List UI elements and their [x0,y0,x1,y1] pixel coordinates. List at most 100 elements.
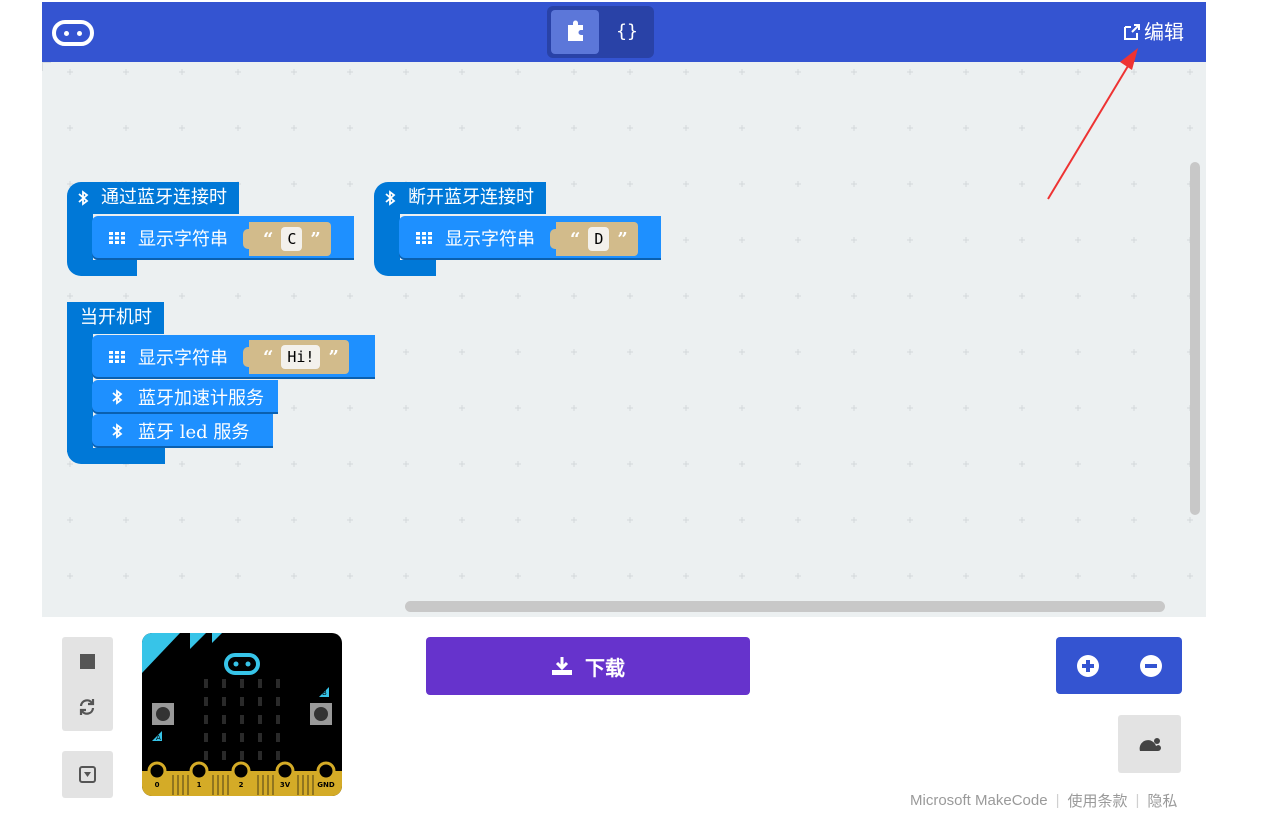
edit-button[interactable]: 编辑 [1122,18,1184,46]
led [276,679,280,688]
led [204,751,208,760]
edge-connector-strip [302,775,304,795]
pin-hole [275,761,295,781]
edge-connector-strip [267,775,269,795]
edge-connector-strip [307,775,309,795]
led [240,697,244,706]
string-notch [243,229,253,249]
zoom-out-icon[interactable] [1140,655,1162,677]
bluetooth-icon [102,423,132,439]
led-grid-icon [102,351,132,363]
makecode-brand-link[interactable]: Microsoft MakeCode [910,792,1048,809]
edge-connector-strip [222,775,224,795]
event-label: 断开蓝牙连接时 [408,187,534,208]
top-header-bar: {} 编辑 [42,2,1206,62]
footer-separator: | [1055,791,1060,809]
string-value-block[interactable]: “ Hi! ” [243,340,349,374]
blocks-mode-button[interactable] [551,10,599,54]
stop-icon[interactable] [80,654,95,669]
slow-motion-button[interactable] [1118,715,1181,773]
string-input[interactable]: C [281,227,303,251]
download-label: 下载 [585,655,625,680]
bluetooth-accelerometer-service-block[interactable]: 蓝牙加速计服务 [92,380,278,414]
string-value-block[interactable]: “ D ” [550,222,638,256]
pin-label: 1 [197,781,202,789]
event-block-connected-header[interactable]: 通过蓝牙连接时 [67,182,239,214]
led-grid-icon [409,232,439,244]
edge-connector-strip [312,775,314,795]
edit-label: 编辑 [1144,20,1184,44]
edge-connector-strip [187,775,189,795]
event-block-disconnected-foot [374,260,436,276]
led [222,715,226,724]
javascript-mode-button[interactable]: {} [603,10,651,54]
led-grid-icon [102,232,132,244]
string-value-block[interactable]: “ C ” [243,222,331,256]
led [276,751,280,760]
quote-open: “ [263,228,274,250]
block-label: 蓝牙 led 服务 [138,422,250,443]
pin-label: 0 [155,781,160,789]
led [258,715,262,724]
microbit-logo-icon[interactable] [52,20,94,46]
vertical-scrollbar[interactable] [1190,162,1200,515]
quote-close: ” [310,228,321,250]
puzzle-icon [568,20,583,41]
button-b-label: B [322,689,327,697]
led [222,751,226,760]
string-input[interactable]: D [588,227,610,251]
pin-hole [231,761,251,781]
on-start-label: 当开机时 [80,307,152,328]
horizontal-scrollbar[interactable] [405,601,1165,612]
edge-connector-strip [257,775,259,795]
download-button[interactable]: 下载 [426,637,750,695]
collapse-simulator-button[interactable] [62,751,113,798]
led [240,751,244,760]
on-start-header[interactable]: 当开机时 [67,302,164,334]
zoom-in-icon[interactable] [1077,655,1099,677]
edge-connector-strip [217,775,219,795]
led [240,733,244,742]
terms-link[interactable]: 使用条款 [1067,790,1127,811]
bluetooth-icon [78,190,89,206]
bluetooth-icon [102,389,132,405]
on-start-body [67,332,93,452]
led [258,679,262,688]
pin-hole [316,761,336,781]
led [240,715,244,724]
microbit-board: A B 0 1 2 3V GND [142,633,342,796]
quote-open: “ [263,346,274,368]
string-input[interactable]: Hi! [281,345,321,369]
edge-connector-strip [297,775,299,795]
led [258,751,262,760]
event-block-disconnected-body [374,212,400,262]
pin-label: GND [317,781,335,789]
event-label: 通过蓝牙连接时 [101,187,227,208]
led [276,733,280,742]
event-block-connected-body [67,212,93,262]
show-string-label: 显示字符串 [138,348,228,369]
event-block-disconnected-header[interactable]: 断开蓝牙连接时 [374,182,546,214]
restart-icon[interactable] [77,697,97,717]
led [204,679,208,688]
edge-connector-strip [227,775,229,795]
edge-connector-strip [177,775,179,795]
collapse-icon [79,766,96,783]
external-link-icon [1124,24,1140,40]
blocks-workspace[interactable]: 通过蓝牙连接时 显示字符串 “ C ” 断开蓝牙连接时 显示字符串 “ D ” … [42,62,1206,617]
pin-hole [189,761,209,781]
download-icon [552,657,572,675]
simulator-controls [62,637,113,731]
footer-separator: | [1135,791,1140,809]
bluetooth-icon [385,190,396,206]
led [240,679,244,688]
pin-label: 2 [239,781,244,789]
show-string-label: 显示字符串 [138,229,228,250]
bluetooth-led-service-block[interactable]: 蓝牙 led 服务 [92,414,273,448]
event-block-connected-foot [67,260,137,276]
button-a-label: A [156,734,161,742]
quote-open: “ [570,228,581,250]
privacy-link[interactable]: 隐私 [1147,790,1177,811]
edge-connector-strip [182,775,184,795]
microbit-simulator[interactable]: A B 0 1 2 3V GND [142,633,342,796]
